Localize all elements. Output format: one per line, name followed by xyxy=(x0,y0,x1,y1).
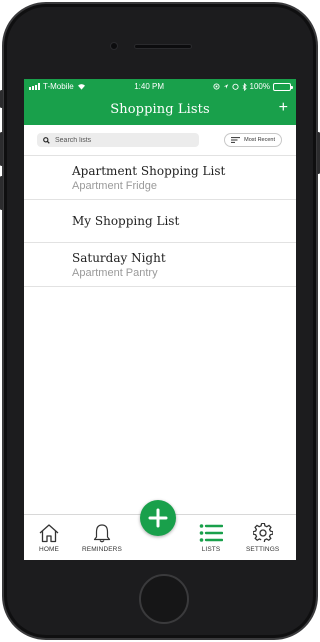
lock-rotation-icon xyxy=(212,83,220,90)
tab-home[interactable]: HOME xyxy=(38,523,60,553)
list-icon xyxy=(199,524,223,542)
app-header: Shopping Lists + xyxy=(24,94,296,125)
search-row: Most Recent xyxy=(24,125,296,156)
list-item-text: Apartment Shopping List Apartment Fridge xyxy=(72,164,225,192)
chevron-right-icon xyxy=(24,215,50,227)
status-right: 100% xyxy=(212,82,293,91)
chevron-right-icon xyxy=(24,259,50,271)
list-name: My Shopping List xyxy=(72,214,180,228)
gear-icon xyxy=(252,523,273,543)
volume-down-button xyxy=(0,176,3,210)
tab-settings[interactable]: SETTINGS xyxy=(246,523,279,553)
list-item-text: My Shopping List xyxy=(72,214,179,228)
tab-bar: HOME REMINDERS LISTS SETTINGS xyxy=(24,500,296,560)
earpiece-speaker xyxy=(134,44,192,49)
search-box[interactable] xyxy=(37,133,199,147)
hardware-home-button[interactable] xyxy=(139,574,189,624)
front-camera xyxy=(110,42,118,50)
battery-percent: 100% xyxy=(249,82,270,91)
silent-switch xyxy=(0,90,3,108)
tab-reminders[interactable]: REMINDERS xyxy=(82,523,122,553)
app-screen: T-Mobile 1:40 PM 100% Shopping Lists + S… xyxy=(24,79,296,560)
tab-settings-label: SETTINGS xyxy=(246,546,280,553)
signal-icon xyxy=(29,83,40,90)
battery-icon xyxy=(272,82,293,91)
tab-home-label: HOME xyxy=(39,546,59,553)
location-icon xyxy=(223,84,228,89)
status-time: 1:40 PM xyxy=(134,82,164,91)
wifi-icon xyxy=(77,84,85,90)
tab-lists-label: LISTS xyxy=(201,546,221,553)
plus-icon xyxy=(148,508,168,528)
home-icon xyxy=(39,524,59,543)
add-list-button[interactable]: + xyxy=(279,98,288,118)
status-left: T-Mobile xyxy=(29,82,86,91)
sort-lines-icon xyxy=(231,137,241,143)
search-icon xyxy=(43,136,50,144)
list-item[interactable]: Apartment Shopping List Apartment Fridge xyxy=(24,156,296,200)
sort-button[interactable]: Most Recent xyxy=(224,133,282,147)
alarm-icon xyxy=(231,83,239,90)
bluetooth-icon xyxy=(242,82,247,91)
list-name: Saturday Night xyxy=(72,250,166,265)
volume-up-button xyxy=(0,132,3,166)
page-title: Shopping Lists xyxy=(110,102,210,117)
tab-reminders-label: REMINDERS xyxy=(82,546,122,553)
list-item[interactable]: My Shopping List xyxy=(24,200,296,243)
list-item[interactable]: Saturday Night Apartment Pantry xyxy=(24,243,296,287)
list-store: Apartment Fridge xyxy=(72,179,157,192)
sort-label: Most Recent xyxy=(244,137,275,143)
search-input[interactable] xyxy=(55,136,195,144)
list-store: Apartment Pantry xyxy=(72,266,158,279)
bell-icon xyxy=(93,524,111,543)
list-name: Apartment Shopping List xyxy=(72,163,226,178)
tab-lists[interactable]: LISTS xyxy=(199,523,223,553)
carrier-label: T-Mobile xyxy=(43,82,74,91)
add-item-fab[interactable] xyxy=(140,500,176,536)
chevron-right-icon xyxy=(24,172,50,184)
list-item-text: Saturday Night Apartment Pantry xyxy=(72,251,166,279)
status-bar: T-Mobile 1:40 PM 100% xyxy=(24,79,296,94)
